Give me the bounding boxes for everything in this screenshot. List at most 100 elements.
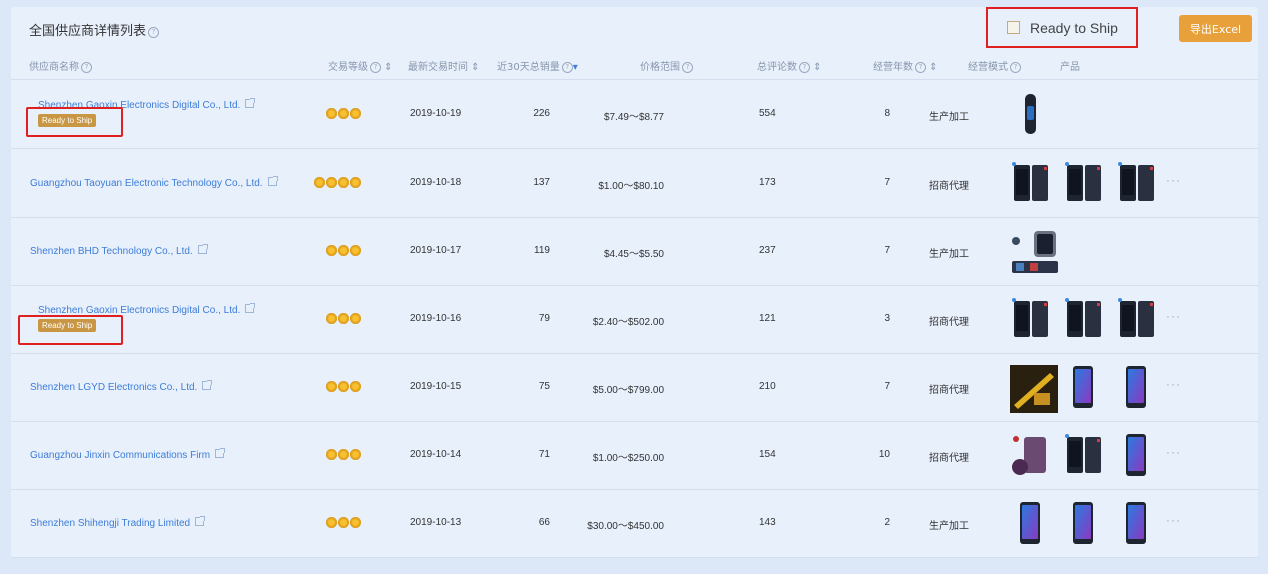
external-link-icon[interactable] (245, 98, 256, 108)
header-divider (11, 79, 1258, 80)
medal-icon (326, 449, 337, 460)
product-thumbnail[interactable] (1116, 161, 1156, 205)
external-link-icon[interactable] (202, 380, 213, 390)
business-mode: 招商代理 (929, 317, 969, 328)
external-link-icon[interactable] (197, 244, 208, 254)
table-row: Shenzhen BHD Technology Co., Ltd. 2019-10… (11, 217, 1258, 285)
help-icon[interactable]: ? (915, 62, 926, 73)
col-trade-level[interactable]: 交易等级? ⇕ (328, 58, 393, 73)
page-title: 全国供应商详情列表? (29, 20, 160, 39)
more-icon[interactable]: ··· (1166, 309, 1181, 323)
help-icon[interactable]: ? (1010, 62, 1021, 73)
medal-icon (338, 517, 349, 528)
product-thumbnail[interactable] (1063, 433, 1103, 477)
review-count: 210 (759, 381, 776, 392)
row-divider (11, 557, 1258, 558)
medal-icon (338, 313, 349, 324)
review-count: 173 (759, 177, 776, 188)
product-thumbnail[interactable] (1116, 365, 1156, 409)
price-range: $5.00～$799.00 (592, 385, 664, 396)
business-years: 7 (884, 381, 890, 392)
help-icon[interactable]: ? (81, 62, 92, 73)
product-thumbnail[interactable] (1010, 365, 1058, 413)
supplier-cell: Shenzhen BHD Technology Co., Ltd. (30, 244, 208, 257)
help-icon[interactable]: ? (682, 62, 693, 73)
col-years[interactable]: 经营年数? ⇕ (873, 58, 938, 73)
medal-icon (326, 517, 337, 528)
trade-level-stars (314, 177, 361, 188)
latest-trade-date: 2019-10-15 (410, 381, 462, 392)
external-link-icon[interactable] (195, 516, 206, 526)
latest-trade-date: 2019-10-18 (410, 177, 462, 188)
export-excel-button[interactable]: 导出Excel (1179, 15, 1252, 42)
trade-level-stars (326, 517, 361, 528)
medal-icon (338, 245, 349, 256)
external-link-icon[interactable] (245, 303, 256, 313)
help-icon[interactable]: ? (148, 27, 160, 38)
more-icon[interactable]: ··· (1166, 513, 1181, 527)
latest-trade-date: 2019-10-14 (410, 449, 462, 460)
medal-icon (326, 245, 337, 256)
table-row: Shenzhen Shihengji Trading Limited 2019-1… (11, 489, 1258, 557)
product-thumbnail[interactable] (1063, 501, 1103, 545)
medal-icon (326, 108, 337, 119)
medal-icon (350, 517, 361, 528)
sort-desc-icon[interactable]: ▾ (573, 62, 578, 73)
business-mode: 生产加工 (929, 249, 969, 260)
sales-30d: 75 (538, 381, 550, 392)
product-thumbnail[interactable] (1010, 433, 1050, 477)
more-icon[interactable]: ··· (1166, 445, 1181, 459)
product-thumbnail[interactable] (1063, 365, 1103, 409)
col-sales-30d[interactable]: 近30天总销量? ▾ (497, 58, 578, 73)
more-icon[interactable]: ··· (1166, 173, 1181, 187)
external-link-icon[interactable] (267, 176, 278, 186)
more-icon[interactable]: ··· (1166, 377, 1181, 391)
col-reviews[interactable]: 总评论数? ⇕ (757, 58, 822, 73)
business-years: 8 (884, 108, 890, 119)
medal-icon (338, 108, 349, 119)
review-count: 554 (759, 108, 776, 119)
product-thumbnail[interactable] (1063, 297, 1103, 341)
product-thumbnail[interactable] (1010, 229, 1058, 273)
product-thumbnail[interactable] (1063, 161, 1103, 205)
ready-to-ship-filter[interactable]: Ready to Ship (986, 7, 1138, 48)
checkbox[interactable] (1007, 21, 1020, 34)
help-icon[interactable]: ? (561, 62, 573, 73)
help-icon[interactable]: ? (370, 62, 381, 73)
external-link-icon[interactable] (215, 448, 226, 458)
table-row: Shenzhen LGYD Electronics Co., Ltd. 2019-… (11, 353, 1258, 421)
col-latest-date[interactable]: 最新交易时间 ⇕ (408, 58, 480, 73)
medal-icon (326, 381, 337, 392)
review-count: 121 (759, 313, 776, 324)
latest-trade-date: 2019-10-16 (410, 313, 462, 324)
supplier-link[interactable]: Shenzhen Shihengji Trading Limited (30, 518, 190, 529)
col-supplier[interactable]: 供应商名称? (29, 58, 92, 73)
trade-level-stars (326, 381, 361, 392)
product-thumbnail[interactable] (1010, 501, 1050, 545)
product-thumbnail[interactable] (1116, 297, 1156, 341)
product-thumbnail[interactable] (1010, 92, 1050, 136)
medal-icon (326, 313, 337, 324)
latest-trade-date: 2019-10-17 (410, 245, 462, 256)
col-price-range[interactable]: 价格范围? (640, 58, 693, 73)
supplier-link[interactable]: Guangzhou Jinxin Communications Firm (30, 450, 210, 461)
product-thumbnail[interactable] (1116, 433, 1156, 477)
table-row: Shenzhen Gaoxin Electronics Digital Co.,… (11, 80, 1258, 148)
price-range: $1.00～$250.00 (592, 453, 664, 464)
medal-icon (338, 381, 349, 392)
supplier-link[interactable]: Shenzhen BHD Technology Co., Ltd. (30, 246, 193, 257)
product-thumbnail[interactable] (1010, 161, 1050, 205)
product-thumbnail[interactable] (1010, 297, 1050, 341)
supplier-link[interactable]: Guangzhou Taoyuan Electronic Technology … (30, 178, 263, 189)
product-thumbnail[interactable] (1116, 501, 1156, 545)
col-products: 产品 (1060, 62, 1080, 73)
help-icon[interactable]: ? (799, 62, 810, 73)
business-mode: 生产加工 (929, 521, 969, 532)
supplier-link[interactable]: Shenzhen LGYD Electronics Co., Ltd. (30, 382, 197, 393)
col-mode[interactable]: 经营模式? (968, 58, 1021, 73)
medal-icon (350, 449, 361, 460)
business-years: 3 (884, 313, 890, 324)
table-row: Guangzhou Jinxin Communications Firm 2019… (11, 421, 1258, 489)
latest-trade-date: 2019-10-19 (410, 108, 462, 119)
business-mode: 招商代理 (929, 453, 969, 464)
